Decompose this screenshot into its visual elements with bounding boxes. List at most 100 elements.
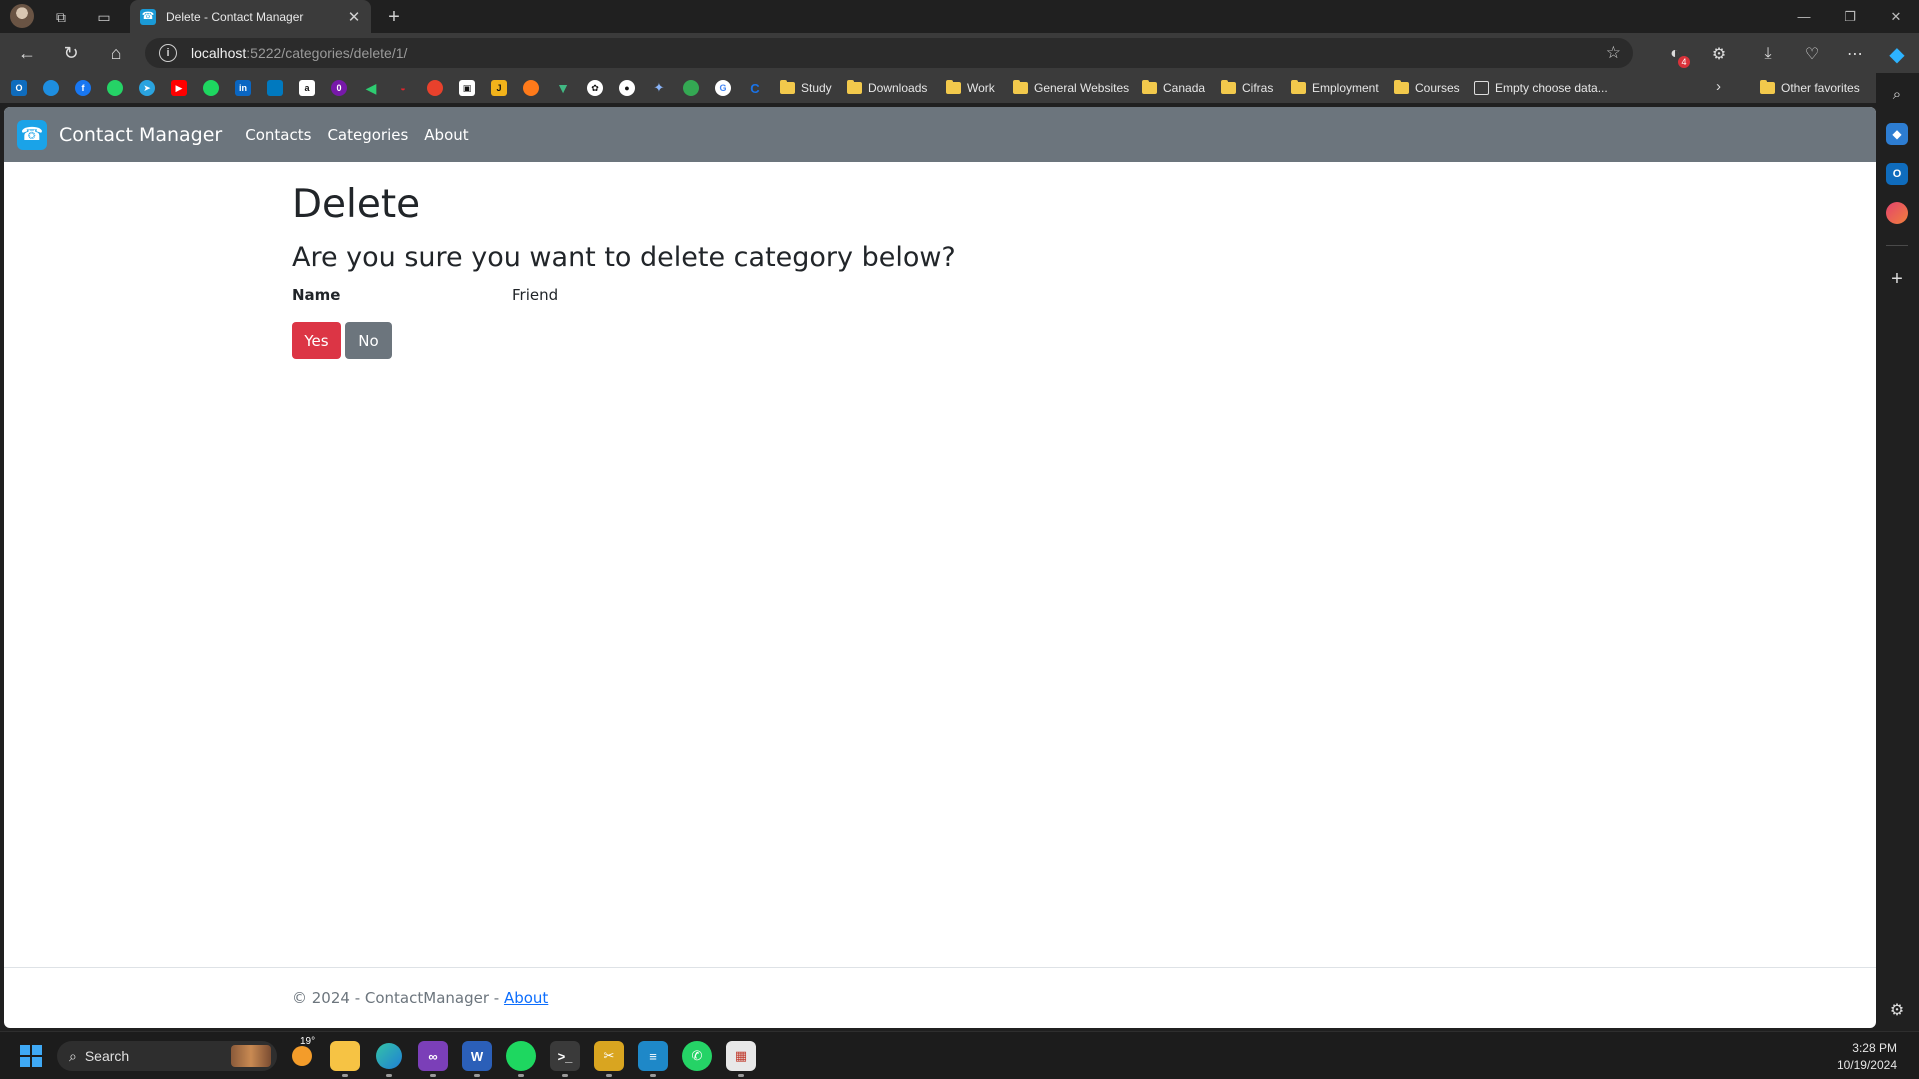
bookmark-empty-choose-data[interactable]: Empty choose data... <box>1474 79 1608 97</box>
windows-start-icon[interactable] <box>20 1045 42 1067</box>
shopping-tag-icon[interactable]: ◆ <box>1886 123 1908 145</box>
extensions-icon[interactable]: ⚙ <box>1706 41 1732 67</box>
close-tab-icon[interactable]: ✕ <box>343 6 365 28</box>
app-icon[interactable]: ▦ <box>726 1041 756 1077</box>
edge-browser-icon[interactable] <box>374 1041 404 1077</box>
bookmark-folder-work[interactable]: Work <box>946 79 995 97</box>
taskbar-search-box[interactable]: ⌕ Search <box>57 1041 277 1071</box>
downloads-icon[interactable]: ⤓ <box>1755 41 1781 67</box>
gemini-icon[interactable]: ✦ <box>651 80 667 96</box>
onenote-icon[interactable]: 0 <box>331 80 347 96</box>
telegram-icon[interactable]: ➤ <box>139 80 155 96</box>
app-icon[interactable]: C <box>747 80 763 96</box>
adblock-extension-icon[interactable]: ◐ 4 <box>1662 41 1690 68</box>
back-arrow-icon[interactable]: ← <box>11 39 43 67</box>
bookmark-folder-downloads[interactable]: Downloads <box>847 79 927 97</box>
brand-name[interactable]: Contact Manager <box>59 124 222 146</box>
outlook-icon[interactable]: O <box>11 80 27 96</box>
restore-icon[interactable]: ❐ <box>1827 0 1873 33</box>
yes-button[interactable]: Yes <box>292 322 341 359</box>
taskbar-search-placeholder: Search <box>84 1048 130 1064</box>
favorite-star-icon[interactable]: ☆ <box>1606 43 1621 63</box>
browser-sidebar: ⌕ ◆ O + ⚙ <box>1876 73 1919 1031</box>
vue-icon[interactable]: ▼ <box>555 80 571 96</box>
spotify-icon[interactable] <box>506 1041 536 1077</box>
bookmarks-bar: O f ➤ ▶ in a 0 ◀ ◒ ▣ J ▼ ✿ ● ✦ G C Study… <box>0 73 1876 103</box>
chevron-right-icon[interactable]: › <box>1716 78 1721 95</box>
outlook-icon[interactable]: O <box>1886 163 1908 185</box>
bookmark-folder-employment[interactable]: Employment <box>1291 79 1379 97</box>
folder-icon <box>847 80 862 94</box>
onedrive-icon[interactable] <box>43 80 59 96</box>
footer-copyright: © 2024 - ContactManager - <box>292 989 504 1007</box>
file-explorer-icon[interactable] <box>330 1041 360 1077</box>
adblock-count-badge: 4 <box>1678 56 1690 68</box>
whatsapp-icon[interactable]: ✆ <box>682 1041 712 1071</box>
refresh-icon[interactable]: ↻ <box>55 39 87 67</box>
terminal-icon[interactable]: ▣ <box>459 80 475 96</box>
clock-time[interactable]: 3:28 PM <box>1852 1041 1897 1055</box>
bookmark-folder-cifras[interactable]: Cifras <box>1221 79 1273 97</box>
workspaces-icon[interactable]: ⧉ <box>50 6 72 28</box>
terminal-icon[interactable]: >_ <box>550 1041 580 1077</box>
visual-studio-icon[interactable]: ∞ <box>418 1041 448 1077</box>
chatgpt-icon[interactable]: ✿ <box>587 80 603 96</box>
browser-tab[interactable]: ☎ Delete - Contact Manager ✕ <box>130 0 371 33</box>
close-window-icon[interactable]: ✕ <box>1873 0 1919 33</box>
bookmark-folder-courses[interactable]: Courses <box>1394 79 1460 97</box>
clock-date[interactable]: 10/19/2024 <box>1837 1058 1897 1072</box>
spotify-icon[interactable] <box>203 80 219 96</box>
sidebar-divider <box>1886 245 1908 246</box>
folder-icon <box>1291 80 1306 94</box>
youtube-icon[interactable]: ▶ <box>171 80 187 96</box>
tab-favicon-icon: ☎ <box>140 8 156 25</box>
gear-icon[interactable]: ⚙ <box>1886 999 1908 1021</box>
arrow-icon[interactable]: ◀ <box>363 80 379 96</box>
copilot-icon[interactable]: ◆ <box>1884 41 1910 67</box>
bookmark-folder-other-favorites[interactable]: Other favorites <box>1760 79 1860 97</box>
page-title: Delete <box>292 182 421 227</box>
nav-link-contacts[interactable]: Contacts <box>245 126 311 144</box>
bookmark-folder-general-websites[interactable]: General Websites <box>1013 79 1129 97</box>
site-info-icon[interactable]: i <box>159 44 177 62</box>
app-icon[interactable]: J <box>491 80 507 96</box>
tab-actions-icon[interactable]: ▭ <box>93 6 115 28</box>
taskbar: ⌕ Search 19° ∞ W >_ ✂ ≡ ✆ ▦ 3:28 PM 10/1… <box>0 1031 1919 1079</box>
whatsapp-icon[interactable] <box>107 80 123 96</box>
folder-icon <box>780 80 795 94</box>
footer-about-link[interactable]: About <box>504 989 548 1007</box>
search-icon[interactable]: ⌕ <box>1886 83 1908 105</box>
browser-essentials-icon[interactable]: ♡ <box>1799 41 1825 67</box>
minimize-icon[interactable]: — <box>1781 0 1827 33</box>
new-tab-icon[interactable]: + <box>383 6 405 28</box>
bookmark-page-icon <box>1474 81 1489 95</box>
trello-icon[interactable] <box>267 80 283 96</box>
bookmark-folder-study[interactable]: Study <box>780 79 832 97</box>
nav-link-categories[interactable]: Categories <box>327 126 408 144</box>
word-icon[interactable]: W <box>462 1041 492 1077</box>
amazon-icon[interactable]: a <box>299 80 315 96</box>
no-button[interactable]: No <box>345 322 392 359</box>
profile-avatar[interactable] <box>10 4 34 28</box>
github-icon[interactable]: ● <box>619 80 635 96</box>
google-icon[interactable]: G <box>715 80 731 96</box>
nav-link-about[interactable]: About <box>424 126 468 144</box>
notepad-icon[interactable]: ≡ <box>638 1041 668 1077</box>
app-icon[interactable] <box>523 80 539 96</box>
tab-title: Delete - Contact Manager <box>166 9 304 24</box>
more-options-icon[interactable]: ⋯ <box>1842 41 1868 67</box>
search-highlight-image <box>231 1045 271 1067</box>
redhat-icon[interactable]: ◒ <box>395 80 411 96</box>
facebook-icon[interactable]: f <box>75 80 91 96</box>
app-icon[interactable] <box>683 80 699 96</box>
url-text[interactable]: localhost:5222/categories/delete/1/ <box>191 45 407 61</box>
app-icon[interactable] <box>427 80 443 96</box>
microsoft-365-icon[interactable] <box>1886 202 1908 224</box>
home-icon[interactable]: ⌂ <box>100 39 132 67</box>
address-bar[interactable]: i localhost:5222/categories/delete/1/ ☆ <box>145 38 1633 68</box>
add-icon[interactable]: + <box>1886 268 1908 290</box>
contact-manager-logo-icon[interactable]: ☎ <box>17 119 47 150</box>
linkedin-icon[interactable]: in <box>235 80 251 96</box>
snipping-tool-icon[interactable]: ✂ <box>594 1041 624 1077</box>
bookmark-folder-canada[interactable]: Canada <box>1142 79 1205 97</box>
